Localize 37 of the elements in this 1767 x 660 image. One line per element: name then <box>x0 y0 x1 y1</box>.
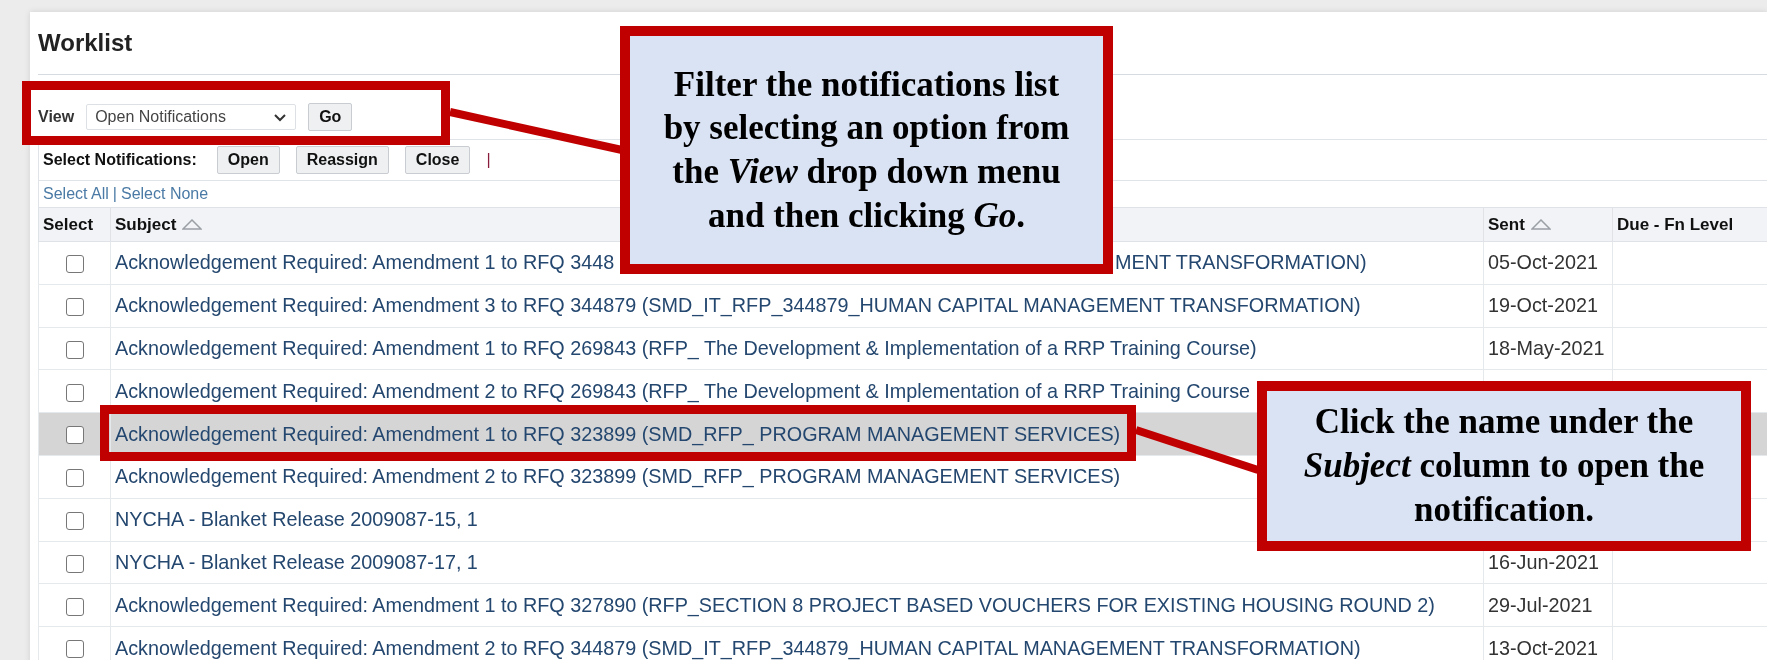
separator: | <box>112 185 117 203</box>
column-header: Select <box>43 214 94 235</box>
view-dropdown[interactable]: Open Notifications <box>86 104 297 130</box>
select-none-link[interactable]: Select None <box>120 185 209 203</box>
callout-text: Filter the notifications list by selecting an option from the View drop down menu and then clicking Go. <box>662 63 1071 237</box>
column-header: Due - Fn Level <box>1617 214 1734 235</box>
checkbox[interactable] <box>65 340 84 359</box>
checkbox[interactable] <box>65 383 84 402</box>
subject-link[interactable]: NYCHA - Blanket Release 2009087-15, 1 <box>115 508 478 531</box>
sent-date: 18-May-2021 <box>1488 337 1605 359</box>
checkbox[interactable] <box>65 511 84 530</box>
column-header[interactable]: Subject <box>115 214 203 235</box>
checkbox[interactable] <box>65 554 84 573</box>
checkbox[interactable] <box>65 469 84 488</box>
action-button[interactable]: Close <box>404 146 471 174</box>
checkbox[interactable] <box>65 426 84 445</box>
subject-link[interactable]: NYCHA - Blanket Release 2009087-17, 1 <box>115 550 478 573</box>
subject-link[interactable]: Acknowledgement Required: Amendment 1 to RFQ 3448 <box>115 251 615 275</box>
page-title: Worklist <box>38 28 133 58</box>
sent-date: 16-Jun-2021 <box>1488 550 1600 573</box>
select-all-link[interactable]: Select All <box>43 185 109 203</box>
action-button[interactable]: Open <box>216 146 280 174</box>
checkbox[interactable] <box>65 597 84 616</box>
sent-date: 29-Jul-2021 <box>1488 593 1593 616</box>
action-button[interactable]: Reassign <box>295 146 389 174</box>
subject-link[interactable]: MENT TRANSFORMATION) <box>1115 251 1367 275</box>
sent-date: 19-Oct-2021 <box>1488 294 1598 317</box>
select-notifications-label: Select Notifications: <box>43 151 197 169</box>
sent-date: 05-Oct-2021 <box>1488 251 1598 274</box>
sent-date: 13-Oct-2021 <box>1488 636 1598 659</box>
chevron-down-icon <box>273 112 288 122</box>
separator: | <box>486 151 491 169</box>
go-button[interactable]: Go <box>308 103 353 131</box>
view-label: View <box>38 108 75 126</box>
checkbox[interactable] <box>65 640 84 659</box>
checkbox[interactable] <box>65 297 84 316</box>
checkbox[interactable] <box>65 255 84 274</box>
